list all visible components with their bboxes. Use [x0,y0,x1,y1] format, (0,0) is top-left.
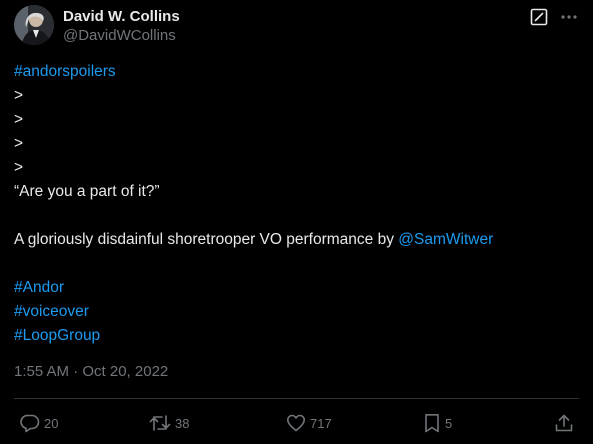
header-icons [529,7,579,27]
avatar[interactable] [14,5,54,45]
hashtag-link[interactable]: #voiceover [14,300,579,324]
tweet-header: David W. Collins @DavidWCollins [14,3,579,47]
share-button[interactable] [554,411,574,435]
reply-button[interactable]: 20 [20,411,58,435]
hashtag-link[interactable]: #Andor [14,276,579,300]
tweet-card: David W. Collins @DavidWCollins #andorsp… [0,0,593,444]
mention-link[interactable]: @SamWitwer [398,231,493,248]
author-names: David W. Collins @DavidWCollins [63,7,180,46]
like-count: 717 [310,415,332,431]
divider [14,398,579,399]
text-line: > [14,135,24,152]
more-icon[interactable] [559,7,579,27]
avatar-image [14,5,54,45]
share-icon [554,413,574,433]
text-line: > [14,159,24,176]
action-bar: 20 38 717 5 [14,411,579,435]
hashtag-link[interactable]: #andorspoilers [14,60,579,84]
hashtag-link[interactable]: #LoopGroup [14,324,579,348]
grok-icon[interactable] [529,7,549,27]
author-handle[interactable]: @DavidWCollins [63,26,180,46]
bookmark-button[interactable]: 5 [423,411,452,435]
text-line: > [14,111,24,128]
text-line-with-mention: A gloriously disdainful shoretrooper VO … [14,228,579,252]
bookmark-count: 5 [445,415,453,431]
text-segment: A gloriously disdainful shoretrooper VO … [14,231,399,248]
bookmark-icon [423,413,441,433]
text-line: > [14,87,24,104]
text-line: “Are you a part of it?” [14,183,160,200]
retweet-icon [149,413,171,433]
retweet-button[interactable]: 38 [149,411,189,435]
retweet-count: 38 [175,415,190,431]
tweet-timestamp[interactable]: 1:55 AM · Oct 20, 2022 [14,362,168,382]
author-display-name[interactable]: David W. Collins [63,7,180,26]
like-button[interactable]: 717 [286,411,332,435]
heart-icon [286,413,306,433]
reply-count: 20 [44,415,59,431]
tweet-text: #andorspoilers > > > > “Are you a part o… [14,60,579,348]
reply-icon [20,413,40,433]
